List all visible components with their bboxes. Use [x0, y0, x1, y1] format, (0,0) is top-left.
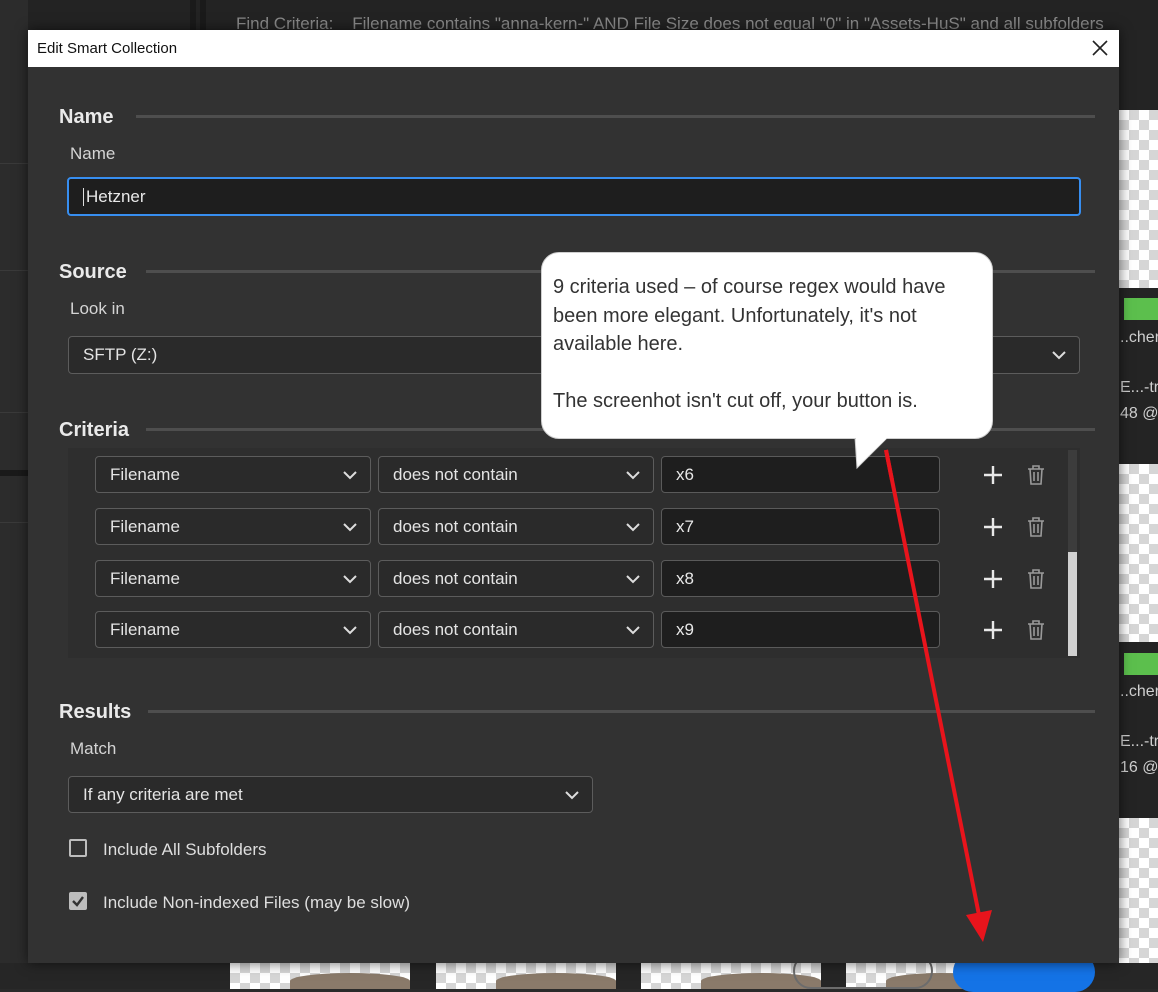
callout-text: The screenhot isn't cut off, your button… — [553, 389, 918, 412]
annotation-callout: 9 criteria used – of course regex would … — [541, 252, 993, 439]
red-arrow — [884, 449, 982, 921]
annotation-overlay — [854, 436, 992, 942]
arrow-head-icon — [966, 910, 992, 942]
callout-tail — [854, 436, 890, 470]
callout-text: 9 criteria used – of course regex would … — [553, 276, 946, 355]
